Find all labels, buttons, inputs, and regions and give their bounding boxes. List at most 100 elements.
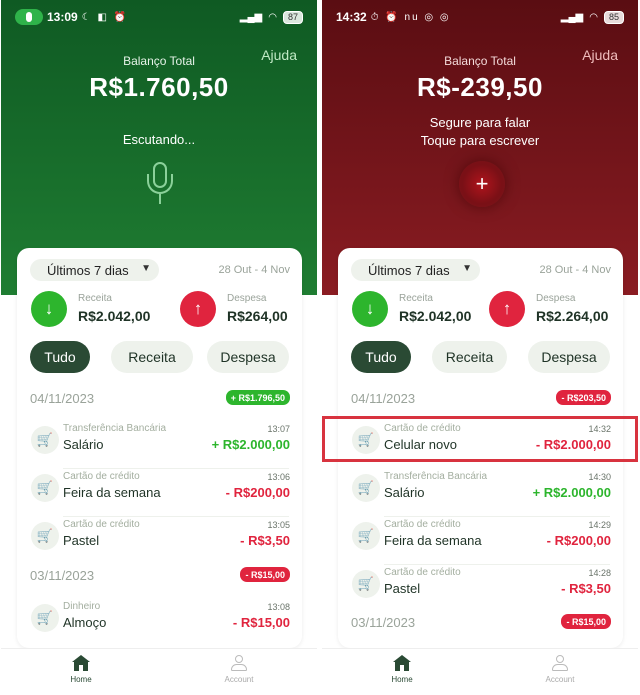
balance-value: R$-239,50	[417, 72, 543, 102]
filter-tabs: Tudo Receita Despesa	[351, 341, 613, 373]
transaction-category: Cartão de crédito	[384, 519, 461, 530]
period-label: Últimos 7 dias	[368, 262, 450, 278]
tab-expense[interactable]: Despesa	[207, 341, 289, 373]
nav-home[interactable]: Home	[51, 655, 111, 684]
microphone-icon[interactable]	[145, 162, 175, 208]
transaction-category: Dinheiro	[63, 601, 101, 612]
transaction-category: Transferência Bancária	[384, 471, 488, 482]
shopping-cart-icon: 🛒	[31, 522, 59, 550]
tab-all[interactable]: Tudo	[351, 341, 411, 373]
tab-income[interactable]: Receita	[432, 341, 507, 373]
transaction-time: 14:30	[588, 472, 611, 482]
income-label: Receita	[399, 293, 433, 304]
nav-account-label: Account	[545, 675, 575, 684]
battery-icon: 85	[603, 10, 624, 24]
transaction-row[interactable]: 🛒 Cartão de crédito Pastel 13:05 - R$3,5…	[17, 516, 302, 562]
tab-all[interactable]: Tudo	[30, 341, 90, 373]
mic-active-icon	[15, 9, 43, 25]
transaction-row[interactable]: 🛒 Cartão de crédito Pastel 14:28 - R$3,5…	[338, 564, 623, 610]
expense-amount: R$264,00	[227, 308, 288, 324]
account-icon	[551, 655, 569, 671]
tab-expense[interactable]: Despesa	[528, 341, 610, 373]
day-total-badge: + R$1.796,50	[225, 390, 290, 405]
wifi-icon: ◠	[589, 11, 598, 23]
transaction-time: 13:07	[267, 424, 290, 434]
shopping-cart-icon: 🛒	[352, 522, 380, 550]
tab-income[interactable]: Receita	[111, 341, 193, 373]
screenshot-comparison: 13:09 ☾ ◧ ⏰ ▂▄▆ ◠ 87 Ajuda Balanço Total…	[0, 0, 640, 695]
transaction-name: Pastel	[63, 533, 100, 548]
balance-label: Balanço Total	[444, 54, 516, 68]
transactions-card: Últimos 7 dias ▼ 28 Out - 4 Nov ↓ Receit…	[17, 248, 302, 648]
day-header-date: 03/11/2023	[30, 568, 95, 583]
input-hint: Segure para falar Toque para escrever	[322, 114, 638, 150]
status-time: 13:09	[47, 10, 78, 24]
expense-amount: R$2.264,00	[536, 308, 609, 324]
nav-home-label: Home	[70, 675, 92, 684]
bottom-navigation: Home Account	[1, 648, 317, 695]
balance-label: Balanço Total	[123, 54, 195, 68]
arrow-down-icon: ↓	[31, 291, 67, 327]
transaction-name: Pastel	[384, 581, 421, 596]
new-transaction-highlight	[322, 416, 638, 462]
expense-label: Despesa	[536, 293, 576, 304]
transaction-value: + R$2.000,00	[211, 437, 290, 452]
day-total-badge: - R$15,00	[240, 567, 290, 582]
nav-home[interactable]: Home	[372, 655, 432, 684]
nav-account[interactable]: Account	[209, 655, 269, 684]
nav-account[interactable]: Account	[530, 655, 590, 684]
day-header-date: 04/11/2023	[30, 391, 95, 406]
income-label: Receita	[78, 293, 112, 304]
status-bar: 14:32 ⏱ ⏰ nu ◎ ◎ ▂▄▆ ◠ 85	[322, 0, 638, 34]
wifi-icon: ◠	[268, 11, 277, 23]
chevron-down-icon: ▼	[141, 263, 151, 274]
period-label: Últimos 7 dias	[47, 262, 129, 278]
arrow-down-icon: ↓	[352, 291, 388, 327]
transaction-row[interactable]: 🛒 Dinheiro Almoço 13:08 - R$15,00	[17, 598, 302, 644]
date-range: 28 Out - 4 Nov	[539, 264, 611, 276]
nav-home-label: Home	[391, 675, 413, 684]
arrow-up-icon: ↑	[180, 291, 216, 327]
chevron-down-icon: ▼	[462, 263, 472, 274]
shopping-cart-icon: 🛒	[352, 474, 380, 502]
transaction-name: Salário	[63, 437, 104, 452]
account-icon	[230, 655, 248, 671]
period-dropdown[interactable]: Últimos 7 dias ▼	[30, 259, 159, 281]
transaction-value: - R$3,50	[240, 533, 290, 548]
add-transaction-button[interactable]: +	[459, 161, 505, 207]
transaction-category: Cartão de crédito	[63, 471, 140, 482]
filter-tabs: Tudo Receita Despesa	[30, 341, 292, 373]
expense-label: Despesa	[227, 293, 267, 304]
status-time: 14:32	[336, 10, 367, 24]
transaction-time: 13:06	[267, 472, 290, 482]
transaction-row[interactable]: 🛒 Cartão de crédito Feira da semana 14:2…	[338, 516, 623, 562]
shopping-cart-icon: 🛒	[352, 570, 380, 598]
day-header-date: 03/11/2023	[351, 615, 416, 630]
day-total-badge: - R$203,50	[556, 390, 611, 405]
status-bar: 13:09 ☾ ◧ ⏰ ▂▄▆ ◠ 87	[1, 0, 317, 34]
plus-icon: +	[475, 171, 489, 196]
income-amount: R$2.042,00	[78, 308, 151, 324]
battery-icon: 87	[282, 10, 303, 24]
transaction-time: 14:28	[588, 568, 611, 578]
status-icons: ☾ ◧ ⏰	[81, 11, 129, 23]
nav-account-label: Account	[224, 675, 254, 684]
transaction-category: Cartão de crédito	[384, 567, 461, 578]
transaction-row[interactable]: 🛒 Cartão de crédito Feira da semana 13:0…	[17, 468, 302, 514]
transaction-value: - R$200,00	[546, 533, 611, 548]
period-dropdown[interactable]: Últimos 7 dias ▼	[351, 259, 480, 281]
transaction-time: 13:08	[267, 602, 290, 612]
status-icons: ⏱ ⏰ nu ◎ ◎	[370, 11, 451, 23]
transaction-row[interactable]: 🛒 Transferência Bancária Salário 13:07 +…	[17, 420, 302, 466]
transaction-name: Salário	[384, 485, 425, 500]
date-range: 28 Out - 4 Nov	[218, 264, 290, 276]
phone-screen-new-expense: 14:32 ⏱ ⏰ nu ◎ ◎ ▂▄▆ ◠ 85 Ajuda Balanço …	[322, 0, 638, 695]
transaction-time: 14:29	[588, 520, 611, 530]
day-total-badge: - R$15,00	[561, 614, 611, 629]
hint-hold-to-speak: Segure para falar	[429, 115, 531, 130]
hint-tap-to-write: Toque para escrever	[420, 133, 540, 148]
transaction-name: Feira da semana	[384, 533, 482, 548]
transaction-row[interactable]: 🛒 Transferência Bancária Salário 14:30 +…	[338, 468, 623, 514]
shopping-cart-icon: 🛒	[31, 474, 59, 502]
day-header-date: 04/11/2023	[351, 391, 416, 406]
